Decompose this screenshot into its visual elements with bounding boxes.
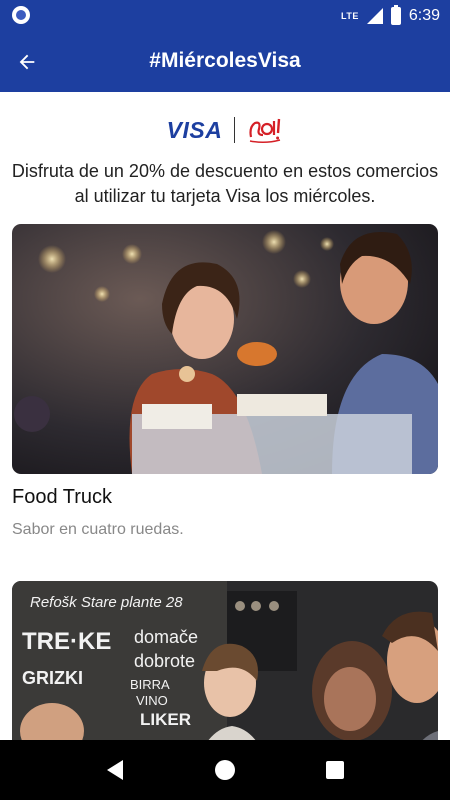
- visa-logo: VISA: [166, 116, 223, 143]
- intro-text: Disfruta de un 20% de descuento en estos…: [0, 159, 450, 209]
- merchant-card[interactable]: Food Truck Sabor en cuatro ruedas.: [12, 224, 438, 539]
- card-subtitle: Sabor en cuatro ruedas.: [12, 521, 184, 538]
- card-image: [12, 224, 438, 474]
- chalkboard-text: TRE·KE: [22, 628, 111, 655]
- chalkboard-text: VINO: [136, 693, 168, 708]
- system-nav-bar: [0, 740, 450, 800]
- brand-logos: VISA: [0, 112, 450, 148]
- page-title: #MiércolesVisa: [149, 49, 301, 72]
- clock: 6:39: [408, 7, 440, 24]
- logo-divider: [234, 117, 236, 143]
- chalkboard-text: GRIZKI: [22, 668, 83, 688]
- card-image: Refošk Stare plante 28 TRE·KE GRIZKI dom…: [12, 581, 438, 740]
- recents-square-icon: [326, 761, 344, 779]
- merchant-card[interactable]: Refošk Stare plante 28 TRE·KE GRIZKI dom…: [12, 581, 438, 740]
- chalkboard-text: LIKER: [140, 710, 191, 729]
- back-triangle-icon: [107, 760, 123, 780]
- intro-line-2: al utilizar tu tarjeta Visa los miércole…: [74, 186, 376, 206]
- chalkboard-text: BIRRA: [130, 677, 170, 692]
- notification-icon: [12, 6, 30, 24]
- status-icons: LTE 6:39: [341, 5, 440, 27]
- chalkboard-text: dobrote: [134, 651, 195, 671]
- nav-back-button[interactable]: [95, 750, 135, 790]
- battery-icon: [390, 5, 401, 25]
- intro-line-1: Disfruta de un 20% de descuento en estos…: [11, 161, 439, 181]
- status-bar: LTE 6:39: [0, 0, 450, 31]
- nav-recents-button[interactable]: [315, 750, 355, 790]
- sol-logo: [249, 118, 281, 144]
- app-bar: #MiércolesVisa: [0, 31, 450, 92]
- card-title: Food Truck: [12, 486, 113, 508]
- home-circle-icon: [215, 760, 235, 780]
- chalkboard-text: domače: [134, 627, 198, 647]
- content-scroll[interactable]: VISA Disfruta de un 20% de descuento en …: [0, 92, 450, 740]
- nav-home-button[interactable]: [205, 750, 245, 790]
- signal-icon: [366, 8, 383, 24]
- chalkboard-text: Refošk Stare plante 28: [30, 594, 183, 611]
- network-type: LTE: [341, 11, 359, 21]
